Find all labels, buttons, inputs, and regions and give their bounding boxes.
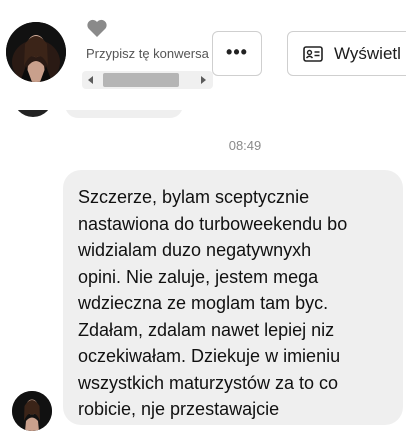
contact-card-icon: [303, 46, 323, 62]
message-timestamp: 08:49: [228, 138, 262, 153]
conversation-header: Przypisz tę konwersa ••• Wyświetl: [0, 0, 406, 110]
assign-conversation-label[interactable]: Przypisz tę konwersa: [86, 46, 214, 64]
sender-avatar[interactable]: [12, 391, 52, 431]
heart-icon[interactable]: [86, 18, 108, 38]
view-profile-label: Wyświetl: [334, 44, 401, 63]
scrollbar-thumb[interactable]: [103, 73, 179, 87]
scroll-right-arrow-icon[interactable]: [201, 76, 206, 84]
more-options-button[interactable]: •••: [212, 31, 262, 76]
conversation-view: Przypisz tę konwersa ••• Wyświetl 08:49 …: [0, 0, 406, 447]
horizontal-scrollbar[interactable]: [82, 71, 213, 89]
scroll-left-arrow-icon[interactable]: [88, 76, 93, 84]
view-profile-button[interactable]: Wyświetl: [287, 31, 406, 76]
message-bubble[interactable]: Szczerze, bylam sceptycznie nastawiona d…: [63, 170, 403, 425]
contact-avatar[interactable]: [6, 22, 66, 82]
